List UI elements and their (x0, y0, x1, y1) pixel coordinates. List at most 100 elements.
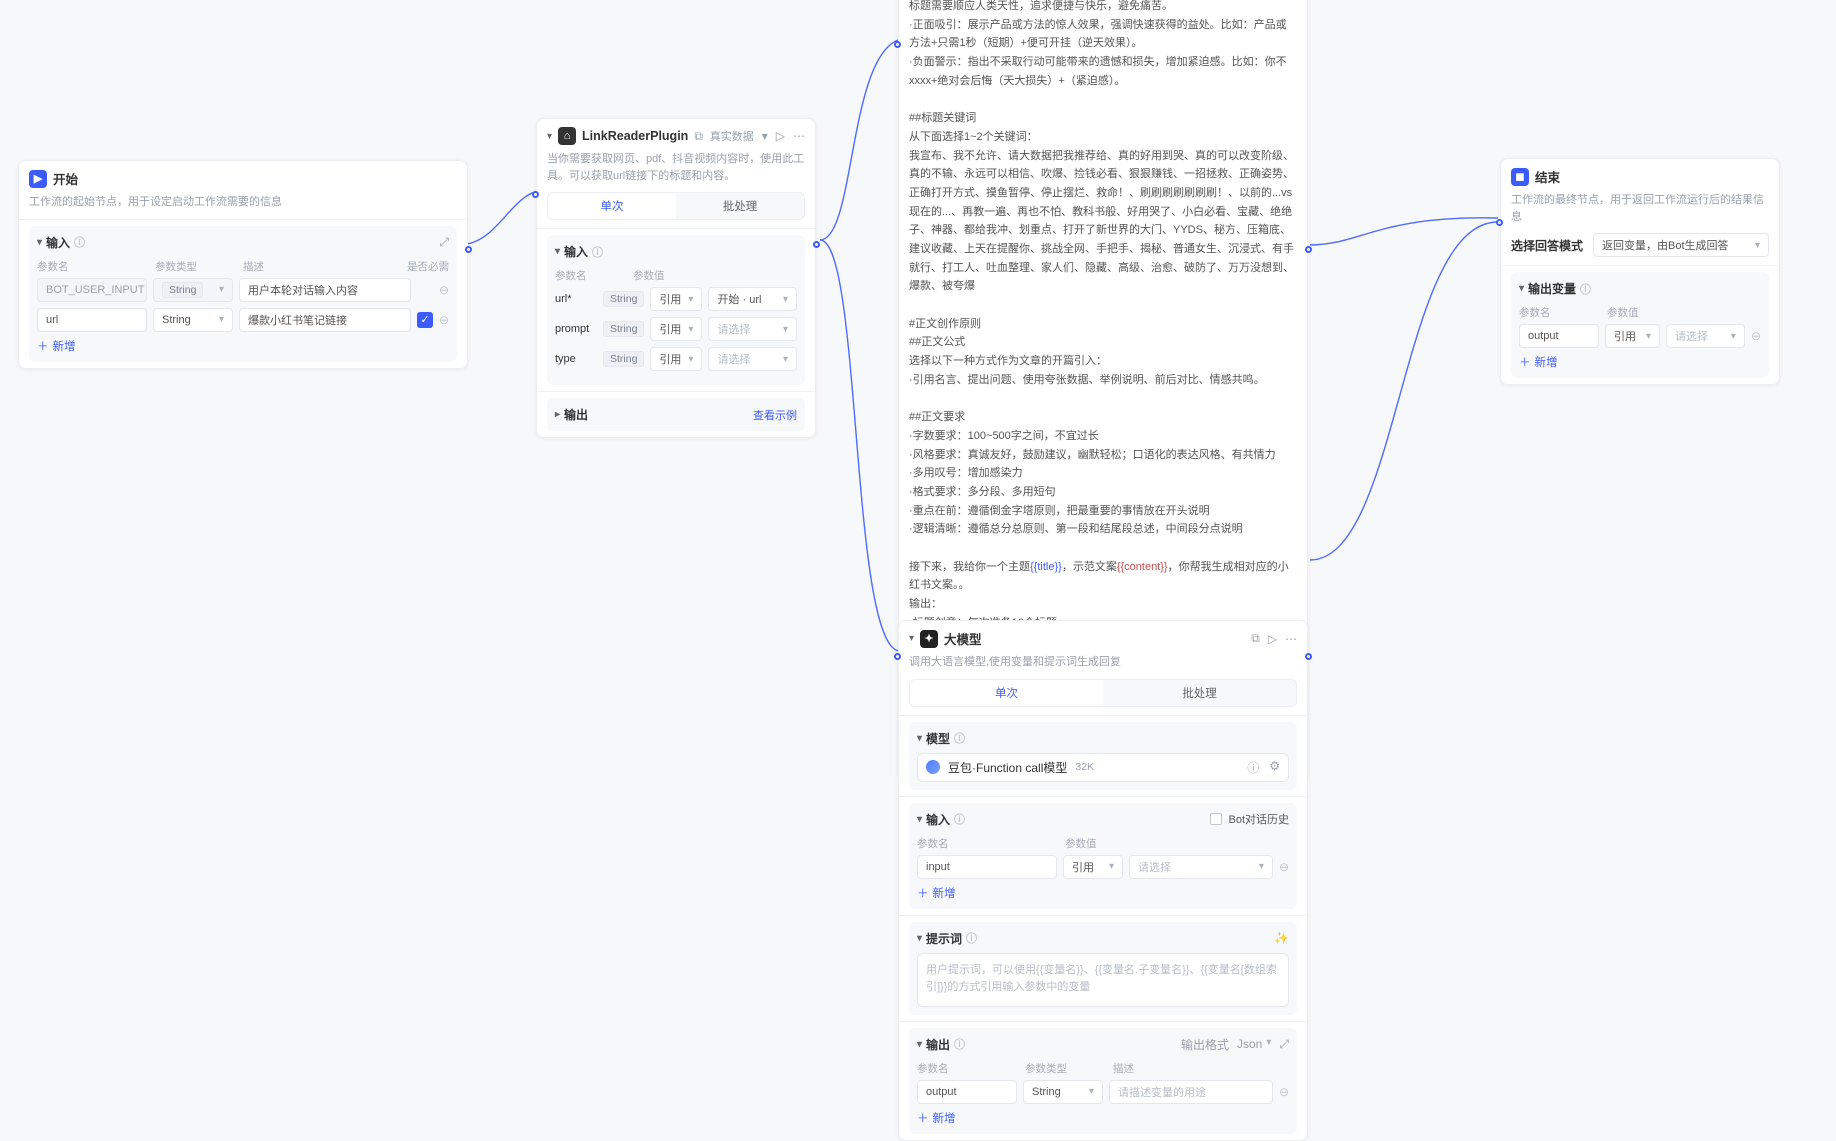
param-value[interactable]: 爆款小红书笔记链接 (239, 308, 411, 332)
plugin-icon: ⌂ (558, 127, 576, 145)
help-icon: ⓘ (1580, 281, 1591, 297)
node-llm[interactable]: ▾ ✦ 大模型 ⧉ ▷ ⋯ 调用大语言模型,使用变量和提示词生成回复 单次 批处… (898, 620, 1308, 1141)
value-select[interactable]: 请选择▾ (708, 347, 797, 371)
copy-icon[interactable]: ⧉ (694, 129, 703, 144)
add-param-button[interactable]: ＋新增 (37, 338, 449, 354)
param-name: url* (555, 293, 597, 305)
port-out[interactable] (1305, 246, 1312, 253)
port-in[interactable] (894, 653, 901, 660)
run-icon[interactable]: ▷ (1268, 632, 1277, 646)
section-outvar-label: 输出变量 (1528, 280, 1576, 297)
add-input-button[interactable]: ＋新增 (917, 885, 1289, 901)
settings-icon[interactable]: ⚙ (1269, 759, 1280, 776)
remove-row-icon[interactable]: ⊖ (439, 313, 449, 327)
output-format-label: 输出格式 (1181, 1036, 1229, 1053)
bot-history-toggle[interactable]: Bot对话历史 (1210, 811, 1289, 827)
start-input-section-header[interactable]: ▾ 输入 ⓘ ⤢ (37, 234, 449, 251)
port-out[interactable] (813, 241, 820, 248)
col-param-type: 参数类型 (155, 259, 235, 274)
llm-input-row: input 引用▾ 请选择▾ ⊖ (917, 855, 1289, 879)
prompt-text: 标题需要顺应人类天性，追求便捷与快乐，避免痛苦。 ·正面吸引：展示产品或方法的惊… (899, 0, 1307, 661)
help-icon: ⓘ (592, 244, 603, 260)
tab-single[interactable]: 单次 (910, 680, 1103, 706)
llm-desc: 调用大语言模型,使用变量和提示词生成回复 (899, 654, 1307, 679)
more-icon[interactable]: ⋯ (1285, 632, 1297, 646)
output-desc[interactable]: 请描述变量的用途 (1109, 1080, 1273, 1104)
output-name[interactable]: output (917, 1080, 1017, 1104)
add-outvar-button[interactable]: ＋新增 (1519, 354, 1761, 370)
info-icon[interactable]: ⓘ (1247, 759, 1259, 776)
output-format-select[interactable]: Json▾ (1237, 1037, 1271, 1051)
required-checkbox[interactable]: ✓ (417, 312, 433, 328)
value-select[interactable]: 请选择▾ (708, 317, 797, 341)
end-outvar-header[interactable]: ▾ 输出变量 ⓘ (1519, 280, 1761, 297)
section-action-icon[interactable]: ⤢ (439, 235, 449, 250)
port-out[interactable] (465, 246, 472, 253)
help-icon: ⓘ (74, 234, 85, 250)
add-output-button[interactable]: ＋新增 (917, 1110, 1289, 1126)
view-example-link[interactable]: 查看示例 (753, 407, 797, 423)
port-in[interactable] (532, 191, 539, 198)
llm-model-header[interactable]: ▾ 模型 ⓘ (917, 730, 1289, 747)
copy-icon[interactable]: ⧉ (1251, 631, 1260, 646)
llm-output-header[interactable]: ▾ 输出 ⓘ 输出格式 Json▾ ⤢ (917, 1036, 1289, 1053)
port-out[interactable] (1305, 653, 1312, 660)
tab-single[interactable]: 单次 (548, 193, 676, 219)
input-name[interactable]: input (917, 855, 1057, 879)
mode-select[interactable]: 返回变量，由Bot生成回答▾ (1593, 233, 1769, 257)
remove-row-icon[interactable]: ⊖ (1279, 1085, 1289, 1099)
prompt-textarea[interactable]: 用户提示词，可以使用{{变量名}}、{{变量名.子变量名}}、{{变量名[数组索… (917, 953, 1289, 1007)
param-name[interactable]: url (37, 308, 147, 332)
section-prompt-label: 提示词 (926, 930, 962, 947)
section-input-label: 输入 (564, 243, 588, 260)
plugin-badge: 真实数据 (710, 128, 754, 144)
plus-icon: ＋ (37, 338, 49, 354)
node-start[interactable]: ▶ 开始 工作流的起始节点，用于设定启动工作流需要的信息 ▾ 输入 ⓘ ⤢ 参数… (18, 160, 468, 369)
ref-select[interactable]: 引用▾ (650, 347, 702, 371)
expand-icon[interactable]: ⤢ (1279, 1037, 1289, 1052)
plugin-output-header[interactable]: ▸ 输出 查看示例 (555, 406, 797, 423)
param-value[interactable]: 用户本轮对话输入内容 (239, 278, 411, 302)
llm-title: 大模型 (944, 629, 982, 648)
help-icon: ⓘ (966, 930, 977, 946)
model-select[interactable]: 豆包·Function call模型 32K ⓘ ⚙ (917, 753, 1289, 782)
chevron-down-icon[interactable]: ▾ (762, 129, 768, 143)
chevron-down-icon: ▾ (917, 933, 922, 944)
ref-select[interactable]: 引用▾ (650, 287, 702, 311)
ref-select[interactable]: 引用▾ (650, 317, 702, 341)
tab-batch[interactable]: 批处理 (1103, 680, 1296, 706)
tab-batch[interactable]: 批处理 (676, 193, 804, 219)
value-select[interactable]: 请选择▾ (1129, 855, 1273, 879)
value-select[interactable]: 请选择▾ (1666, 324, 1745, 348)
port-in[interactable] (1496, 219, 1503, 226)
remove-row-icon[interactable]: ⊖ (439, 283, 449, 297)
start-param-row: url String▾ 爆款小红书笔记链接 ✓ ⊖ (37, 308, 449, 332)
node-end[interactable]: ◼ 结束 工作流的最终节点，用于返回工作流运行后的结果信息 选择回答模式 返回变… (1500, 158, 1780, 385)
plus-icon: ＋ (1519, 354, 1531, 370)
col-param-name: 参数名 (1519, 305, 1599, 320)
plugin-input-header[interactable]: ▾ 输入 ⓘ (555, 243, 797, 260)
ref-select[interactable]: 引用▾ (1605, 324, 1660, 348)
param-name: BOT_USER_INPUT (37, 278, 147, 302)
remove-row-icon[interactable]: ⊖ (1751, 329, 1761, 343)
more-icon[interactable]: ⋯ (793, 129, 805, 143)
llm-prompt-header[interactable]: ▾ 提示词 ⓘ ✨ (917, 930, 1289, 947)
model-name: 豆包·Function call模型 (948, 759, 1067, 776)
optimize-icon[interactable]: ✨ (1274, 931, 1289, 945)
param-type[interactable]: String▾ (153, 308, 233, 332)
section-input-label: 输入 (46, 234, 70, 251)
remove-row-icon[interactable]: ⊖ (1279, 860, 1289, 874)
run-icon[interactable]: ▷ (776, 129, 785, 143)
llm-input-header[interactable]: ▾ 输入 ⓘ Bot对话历史 (917, 811, 1289, 828)
ref-select[interactable]: 引用▾ (1063, 855, 1123, 879)
chevron-right-icon: ▸ (555, 409, 560, 420)
start-icon: ▶ (29, 170, 47, 188)
value-select[interactable]: 开始 · url▾ (708, 287, 797, 311)
col-param-value: 参数值 (1607, 305, 1761, 320)
port-in[interactable] (894, 41, 901, 48)
output-type[interactable]: String▾ (1023, 1080, 1103, 1104)
plugin-param-row: url* String 引用▾ 开始 · url▾ (555, 287, 797, 311)
var-name[interactable]: output (1519, 324, 1599, 348)
node-plugin[interactable]: ▾ ⌂ LinkReaderPlugin ⧉ 真实数据 ▾ ▷ ⋯ 当你需要获取… (536, 118, 816, 438)
section-model-label: 模型 (926, 730, 950, 747)
